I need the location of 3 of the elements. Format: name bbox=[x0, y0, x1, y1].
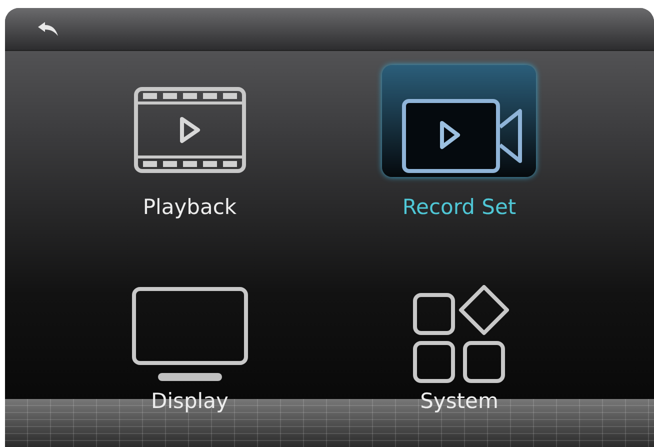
back-arrow-icon[interactable] bbox=[37, 21, 59, 37]
menu-item-label[interactable]: Record Set bbox=[402, 195, 516, 219]
menu-item-label[interactable]: Playback bbox=[142, 195, 237, 219]
